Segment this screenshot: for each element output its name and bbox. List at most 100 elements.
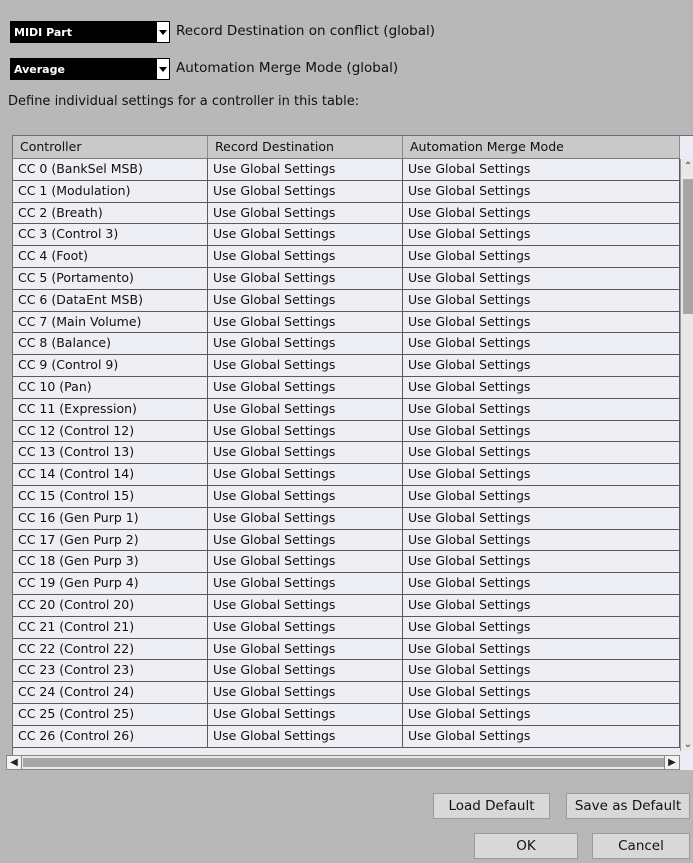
cell-controller[interactable]: CC 22 (Control 22) [13, 638, 208, 660]
cell-automation-merge-mode[interactable]: Use Global Settings [403, 638, 680, 660]
table-row[interactable]: CC 21 (Control 21) Use Global Settings Use… [13, 616, 680, 639]
cell-record-destination[interactable]: Use Global Settings [208, 551, 403, 573]
cell-record-destination[interactable]: Use Global Settings [208, 159, 403, 180]
table-row[interactable]: CC 22 (Control 22) Use Global Settings Use… [13, 638, 680, 661]
cell-controller[interactable]: CC 15 (Control 15) [13, 485, 208, 507]
cell-record-destination[interactable]: Use Global Settings [208, 638, 403, 660]
cell-controller[interactable]: CC 19 (Gen Purp 4) [13, 573, 208, 594]
table-row[interactable]: CC 25 (Control 25) Use Global Settings Use… [13, 703, 680, 726]
cell-record-destination[interactable]: Use Global Settings [208, 333, 403, 355]
cell-automation-merge-mode[interactable]: Use Global Settings [403, 355, 680, 376]
table-row[interactable]: CC 11 (Expression) Use Global Settings Use… [13, 398, 680, 421]
cell-controller[interactable]: CC 11 (Expression) [13, 398, 208, 420]
table-row[interactable]: CC 13 (Control 13) Use Global Settings Use… [13, 442, 680, 465]
cell-automation-merge-mode[interactable]: Use Global Settings [403, 267, 680, 289]
cell-automation-merge-mode[interactable]: Use Global Settings [403, 289, 680, 311]
table-row[interactable]: CC 12 (Control 12) Use Global Settings Use… [13, 420, 680, 443]
horizontal-scroll-thumb[interactable] [23, 758, 664, 767]
cell-controller[interactable]: CC 1 (Modulation) [13, 180, 208, 202]
cell-record-destination[interactable]: Use Global Settings [208, 464, 403, 485]
cell-record-destination[interactable]: Use Global Settings [208, 573, 403, 594]
cell-automation-merge-mode[interactable]: Use Global Settings [403, 529, 680, 551]
cell-controller[interactable]: CC 24 (Control 24) [13, 682, 208, 703]
table-row[interactable]: CC 24 (Control 24) Use Global Settings Use… [13, 682, 680, 704]
table-row[interactable]: CC 17 (Gen Purp 2) Use Global Settings Use… [13, 529, 680, 552]
cell-record-destination[interactable]: Use Global Settings [208, 660, 403, 682]
cell-automation-merge-mode[interactable]: Use Global Settings [403, 246, 680, 267]
cell-automation-merge-mode[interactable]: Use Global Settings [403, 333, 680, 355]
cell-controller[interactable]: CC 0 (BankSel MSB) [13, 159, 208, 180]
cell-record-destination[interactable]: Use Global Settings [208, 180, 403, 202]
cell-automation-merge-mode[interactable]: Use Global Settings [403, 420, 680, 442]
cell-controller[interactable]: CC 9 (Control 9) [13, 355, 208, 376]
column-header-controller[interactable]: Controller [13, 136, 208, 158]
cell-controller[interactable]: CC 6 (DataEnt MSB) [13, 289, 208, 311]
cell-automation-merge-mode[interactable]: Use Global Settings [403, 180, 680, 202]
automation-merge-dropdown[interactable]: Average [10, 58, 170, 80]
cell-automation-merge-mode[interactable]: Use Global Settings [403, 594, 680, 616]
load-default-button[interactable]: Load Default [433, 793, 550, 819]
cell-controller[interactable]: CC 23 (Control 23) [13, 660, 208, 682]
table-row[interactable]: CC 26 (Control 26) Use Global Settings Use… [13, 725, 680, 748]
table-row[interactable]: CC 0 (BankSel MSB) Use Global Settings Use… [13, 159, 680, 181]
cell-controller[interactable]: CC 5 (Portamento) [13, 267, 208, 289]
cell-record-destination[interactable]: Use Global Settings [208, 682, 403, 703]
table-row[interactable]: CC 4 (Foot) Use Global Settings Use Global… [13, 246, 680, 268]
table-row[interactable]: CC 10 (Pan) Use Global Settings Use Global… [13, 376, 680, 399]
cell-automation-merge-mode[interactable]: Use Global Settings [403, 224, 680, 246]
cell-automation-merge-mode[interactable]: Use Global Settings [403, 159, 680, 180]
chevron-down-icon[interactable] [157, 59, 169, 79]
cell-controller[interactable]: CC 26 (Control 26) [13, 725, 208, 747]
cell-record-destination[interactable]: Use Global Settings [208, 420, 403, 442]
column-header-record-destination[interactable]: Record Destination [208, 136, 403, 158]
cell-record-destination[interactable]: Use Global Settings [208, 224, 403, 246]
cell-automation-merge-mode[interactable]: Use Global Settings [403, 551, 680, 573]
save-as-default-button[interactable]: Save as Default [566, 793, 690, 819]
table-row[interactable]: CC 5 (Portamento) Use Global Settings Use … [13, 267, 680, 290]
cell-automation-merge-mode[interactable]: Use Global Settings [403, 202, 680, 224]
cell-controller[interactable]: CC 18 (Gen Purp 3) [13, 551, 208, 573]
cancel-button[interactable]: Cancel [592, 833, 690, 859]
cell-controller[interactable]: CC 21 (Control 21) [13, 616, 208, 638]
record-destination-dropdown[interactable]: MIDI Part [10, 21, 170, 43]
cell-controller[interactable]: CC 10 (Pan) [13, 376, 208, 398]
table-row[interactable]: CC 18 (Gen Purp 3) Use Global Settings Use… [13, 551, 680, 574]
table-row[interactable]: CC 2 (Breath) Use Global Settings Use Glob… [13, 202, 680, 225]
cell-automation-merge-mode[interactable]: Use Global Settings [403, 376, 680, 398]
cell-automation-merge-mode[interactable]: Use Global Settings [403, 442, 680, 464]
cell-record-destination[interactable]: Use Global Settings [208, 442, 403, 464]
cell-automation-merge-mode[interactable]: Use Global Settings [403, 703, 680, 725]
cell-record-destination[interactable]: Use Global Settings [208, 398, 403, 420]
table-row[interactable]: CC 6 (DataEnt MSB) Use Global Settings Use… [13, 289, 680, 312]
cell-record-destination[interactable]: Use Global Settings [208, 529, 403, 551]
cell-automation-merge-mode[interactable]: Use Global Settings [403, 311, 680, 333]
cell-controller[interactable]: CC 2 (Breath) [13, 202, 208, 224]
ok-button[interactable]: OK [474, 833, 578, 859]
cell-automation-merge-mode[interactable]: Use Global Settings [403, 660, 680, 682]
cell-automation-merge-mode[interactable]: Use Global Settings [403, 485, 680, 507]
cell-record-destination[interactable]: Use Global Settings [208, 594, 403, 616]
cell-controller[interactable]: CC 13 (Control 13) [13, 442, 208, 464]
table-row[interactable]: CC 8 (Balance) Use Global Settings Use Glo… [13, 333, 680, 356]
table-row[interactable]: CC 7 (Main Volume) Use Global Settings Use… [13, 311, 680, 334]
cell-record-destination[interactable]: Use Global Settings [208, 202, 403, 224]
table-row[interactable]: CC 19 (Gen Purp 4) Use Global Settings Use… [13, 573, 680, 595]
cell-record-destination[interactable]: Use Global Settings [208, 616, 403, 638]
cell-automation-merge-mode[interactable]: Use Global Settings [403, 464, 680, 485]
cell-automation-merge-mode[interactable]: Use Global Settings [403, 682, 680, 703]
column-header-automation-merge-mode[interactable]: Automation Merge Mode [403, 136, 680, 158]
cell-controller[interactable]: CC 7 (Main Volume) [13, 311, 208, 333]
cell-controller[interactable]: CC 17 (Gen Purp 2) [13, 529, 208, 551]
cell-automation-merge-mode[interactable]: Use Global Settings [403, 507, 680, 529]
table-row[interactable]: CC 14 (Control 14) Use Global Settings Use… [13, 464, 680, 486]
cell-record-destination[interactable]: Use Global Settings [208, 246, 403, 267]
cell-automation-merge-mode[interactable]: Use Global Settings [403, 725, 680, 747]
table-row[interactable]: CC 23 (Control 23) Use Global Settings Use… [13, 660, 680, 683]
cell-controller[interactable]: CC 8 (Balance) [13, 333, 208, 355]
cell-controller[interactable]: CC 3 (Control 3) [13, 224, 208, 246]
cell-controller[interactable]: CC 4 (Foot) [13, 246, 208, 267]
scroll-down-icon[interactable]: ⌄ [681, 737, 693, 751]
table-row[interactable]: CC 3 (Control 3) Use Global Settings Use G… [13, 224, 680, 247]
cell-record-destination[interactable]: Use Global Settings [208, 355, 403, 376]
cell-controller[interactable]: CC 12 (Control 12) [13, 420, 208, 442]
